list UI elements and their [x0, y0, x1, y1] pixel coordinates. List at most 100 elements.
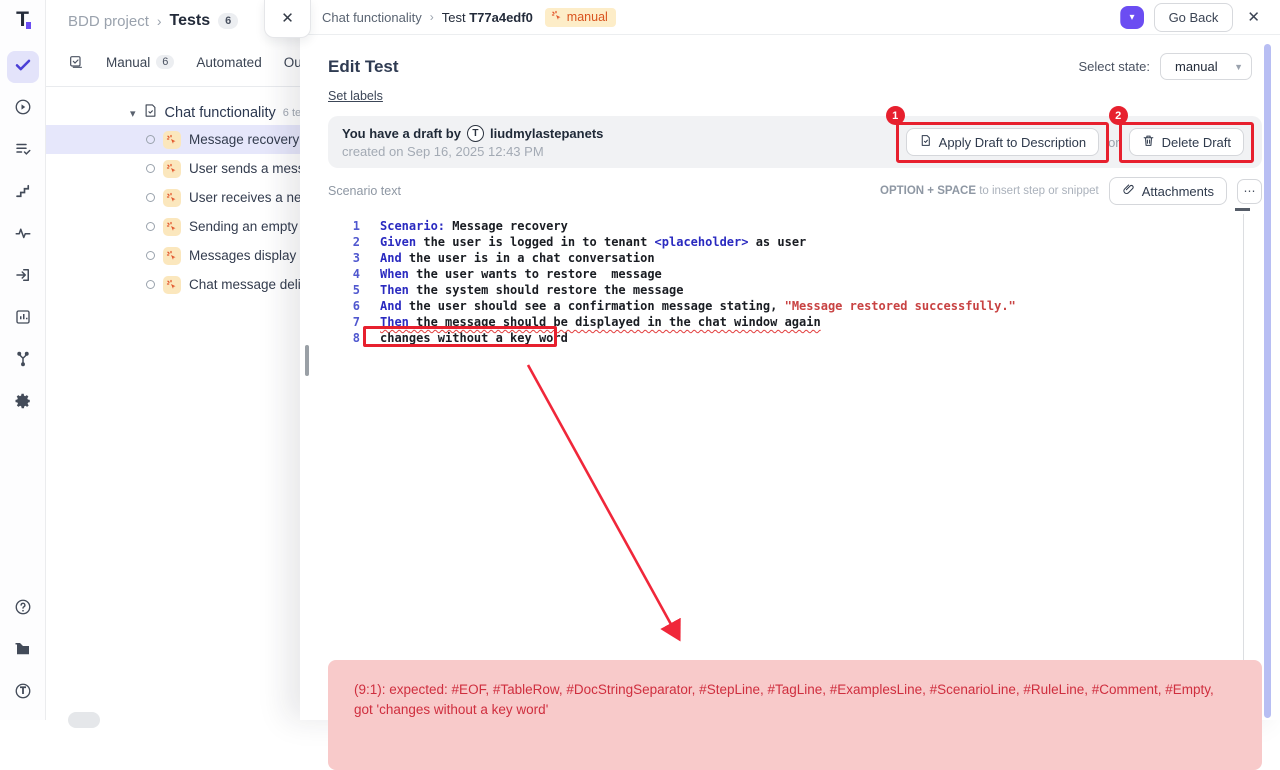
line-number: 1: [328, 218, 360, 234]
draft-created: created on Sep 16, 2025 12:43 PM: [342, 144, 603, 159]
delete-draft-button[interactable]: Delete Draft: [1129, 128, 1244, 156]
rail-item-pulse[interactable]: [7, 219, 39, 251]
rail-item-plans[interactable]: [7, 135, 39, 167]
user-avatar: T: [467, 125, 484, 142]
tree-item-test[interactable]: Chat message delivery stat: [46, 270, 300, 299]
tree-group-label: Chat functionality: [165, 105, 276, 121]
panel-scrollbar-thumb[interactable]: [305, 345, 309, 376]
rail-item-import[interactable]: [7, 261, 39, 293]
line-code: Then the system should restore the messa…: [380, 282, 683, 298]
rail-item-account[interactable]: [7, 677, 39, 709]
rail-item-help[interactable]: [7, 593, 39, 625]
apply-draft-label: Apply Draft to Description: [939, 135, 1086, 150]
attachments-button[interactable]: Attachments: [1109, 177, 1227, 205]
dropdown-caret-icon: ▼: [1234, 62, 1243, 72]
editor-line[interactable]: 1 Scenario: Message recovery: [328, 218, 1262, 234]
breadcrumb-project[interactable]: BDD project: [68, 13, 149, 30]
drawer-scrollbar[interactable]: [1264, 44, 1271, 718]
editor-line[interactable]: 8changes without a key word: [328, 330, 1262, 346]
test-status-circle: [146, 164, 155, 173]
chevron-right-icon: ›: [157, 13, 162, 29]
save-dropdown-button[interactable]: ▾: [1120, 6, 1144, 29]
line-code: And the user is in a chat conversation: [380, 250, 655, 266]
select-all-icon[interactable]: [68, 54, 84, 84]
go-back-button[interactable]: Go Back: [1154, 3, 1234, 32]
test-title: User receives a new messa: [189, 190, 300, 205]
save-split-button[interactable]: Save ▾: [1120, 6, 1144, 29]
tests-tree-panel: BDD project › Tests 6 Manual 6 Automated…: [46, 0, 300, 720]
branch-icon: [14, 350, 32, 373]
test-status-circle: [146, 193, 155, 202]
breadcrumb: BDD project › Tests 6: [46, 0, 300, 30]
editor-line[interactable]: 2Given the user is logged in to tenant <…: [328, 234, 1262, 250]
test-status-circle: [146, 251, 155, 260]
tab-automated[interactable]: Automated: [196, 55, 261, 84]
breadcrumb-suite[interactable]: Chat functionality: [322, 10, 422, 25]
tree-item-test[interactable]: Message recovery: [46, 125, 300, 154]
bottom-pill: [68, 712, 100, 728]
line-number: 8: [328, 330, 360, 346]
app-logo[interactable]: T: [16, 8, 29, 32]
manual-test-icon: [163, 276, 181, 294]
line-code: Then the message should be displayed in …: [380, 314, 821, 330]
chevron-right-icon: ›: [430, 10, 434, 24]
manual-test-icon: [163, 189, 181, 207]
manual-state-label: manual: [567, 10, 608, 24]
rail-item-branches[interactable]: [7, 345, 39, 377]
drawer-close-button[interactable]: ✕: [264, 0, 311, 38]
gear-icon: [14, 392, 32, 415]
chevron-down-icon: ▾: [1130, 12, 1135, 23]
scenario-text-label: Scenario text: [328, 184, 401, 198]
editor-line[interactable]: 3And the user is in a chat conversation: [328, 250, 1262, 266]
apply-draft-button[interactable]: Apply Draft to Description: [906, 128, 1099, 156]
tab-manual[interactable]: Manual 6: [106, 55, 174, 84]
tests-tree: ▾ Chat functionality 6 tests Message rec…: [46, 87, 300, 299]
line-code: Given the user is logged in to tenant <p…: [380, 234, 806, 250]
editor-scrollbar-track: [1243, 214, 1244, 670]
close-drawer-x[interactable]: ✕: [1243, 8, 1264, 26]
select-state-label: Select state:: [1078, 59, 1150, 74]
chevron-down-icon[interactable]: ▾: [130, 107, 136, 120]
rail-item-tests[interactable]: [7, 51, 39, 83]
rail-item-projects[interactable]: [7, 635, 39, 667]
test-title: Message recovery: [189, 132, 299, 147]
tree-item-test[interactable]: User receives a new messa: [46, 183, 300, 212]
paperclip-icon: [1122, 183, 1135, 199]
line-number: 5: [328, 282, 360, 298]
help-circle-icon: [14, 598, 32, 621]
manual-test-icon: [163, 160, 181, 178]
line-number: 4: [328, 266, 360, 282]
editor-line[interactable]: 4When the user wants to restore message: [328, 266, 1262, 282]
editor-scrollbar-thumb[interactable]: [1235, 208, 1250, 211]
tree-group-count: 6 tests: [283, 107, 300, 119]
tree-group-chat-functionality[interactable]: ▾ Chat functionality 6 tests: [46, 101, 300, 125]
rail-item-analytics[interactable]: [7, 303, 39, 335]
tree-item-test[interactable]: Messages display correct ti: [46, 241, 300, 270]
play-circle-icon: [14, 98, 32, 121]
close-icon: ✕: [281, 9, 294, 27]
icon-rail: T: [0, 0, 46, 720]
tab-manual-count: 6: [156, 55, 174, 69]
list-check-icon: [14, 140, 32, 163]
rail-item-settings[interactable]: [7, 387, 39, 419]
line-code: Scenario: Message recovery: [380, 218, 568, 234]
tree-item-test[interactable]: User sends a message succ: [46, 154, 300, 183]
apply-doc-icon: [919, 134, 932, 150]
rail-item-runs[interactable]: [7, 93, 39, 125]
line-number: 7: [328, 314, 360, 330]
state-dropdown[interactable]: manual ▼: [1160, 53, 1252, 80]
tab-outdated[interactable]: Out: [284, 55, 300, 84]
test-status-circle: [146, 222, 155, 231]
tree-item-test[interactable]: Sending an empty message: [46, 212, 300, 241]
editor-line[interactable]: 6And the user should see a confirmation …: [328, 298, 1262, 314]
editor-line[interactable]: 5 Then the system should restore the mess…: [328, 282, 1262, 298]
more-options-button[interactable]: ⋯: [1237, 179, 1262, 204]
folder-icon: [14, 640, 32, 663]
scenario-editor[interactable]: 1 Scenario: Message recovery2Given the us…: [328, 212, 1262, 660]
set-labels-link[interactable]: Set labels: [328, 89, 383, 103]
test-status-circle: [146, 280, 155, 289]
editor-line[interactable]: 7 Then the message should be displayed in…: [328, 314, 1262, 330]
draft-heading: You have a draft by: [342, 126, 461, 141]
tab-manual-label: Manual: [106, 55, 150, 70]
rail-item-steps[interactable]: [7, 177, 39, 209]
